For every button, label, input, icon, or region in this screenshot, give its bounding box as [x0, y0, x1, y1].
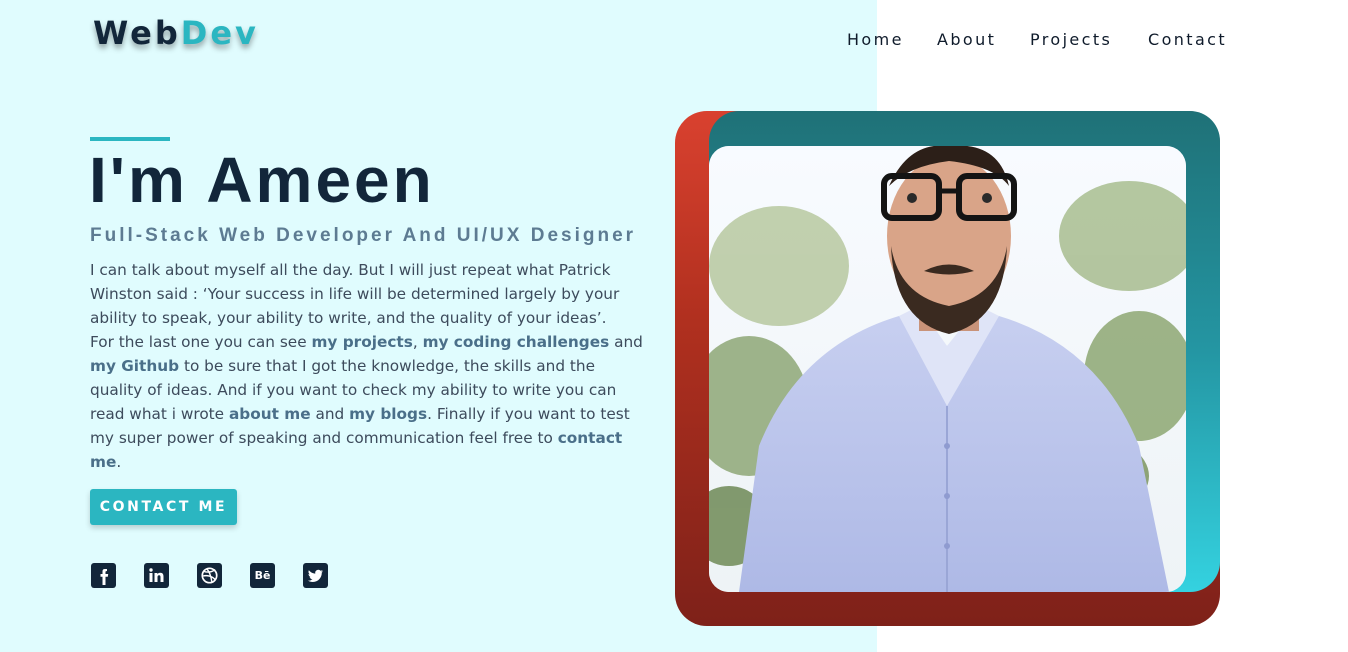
nav-link-projects[interactable]: Projects [1030, 30, 1112, 49]
link-github[interactable]: my Github [90, 357, 179, 375]
facebook-icon[interactable] [91, 563, 116, 588]
bio-text: . [116, 453, 122, 471]
bio-text: For the last one you can see [90, 333, 312, 351]
hero-bio: I can talk about myself all the day. But… [90, 258, 650, 474]
linkedin-icon[interactable] [144, 563, 169, 588]
link-my-blogs[interactable]: my blogs [349, 405, 427, 423]
profile-photo [709, 146, 1186, 592]
link-my-projects[interactable]: my projects [311, 333, 412, 351]
contact-me-button[interactable]: CONTACT ME [90, 489, 237, 525]
logo-part-dev: Dev [180, 14, 259, 52]
bio-text: and [310, 405, 350, 423]
site-logo[interactable]: WebDev [93, 14, 259, 52]
nav-link-contact[interactable]: Contact [1148, 30, 1227, 49]
link-about-me[interactable]: about me [229, 405, 311, 423]
nav-link-about[interactable]: About [937, 30, 996, 49]
bio-text: and [609, 333, 643, 351]
portrait-illustration [709, 146, 1186, 592]
twitter-icon[interactable] [303, 563, 328, 588]
dribbble-icon[interactable] [197, 563, 222, 588]
nav-link-home[interactable]: Home [847, 30, 904, 49]
logo-part-web: Web [93, 14, 181, 52]
behance-glyph: Bē [254, 569, 271, 582]
behance-icon[interactable]: Bē [250, 563, 275, 588]
hero-subtitle: Full-Stack Web Developer And UI/UX Desig… [90, 225, 637, 246]
bio-text: , [412, 333, 423, 351]
bio-paragraph-1: I can talk about myself all the day. But… [90, 261, 620, 327]
bio-paragraph-2: For the last one you can see my projects… [90, 330, 650, 474]
title-accent-line [90, 137, 170, 141]
hero-title: I'm Ameen [89, 144, 435, 216]
link-coding-challenges[interactable]: my coding challenges [423, 333, 610, 351]
